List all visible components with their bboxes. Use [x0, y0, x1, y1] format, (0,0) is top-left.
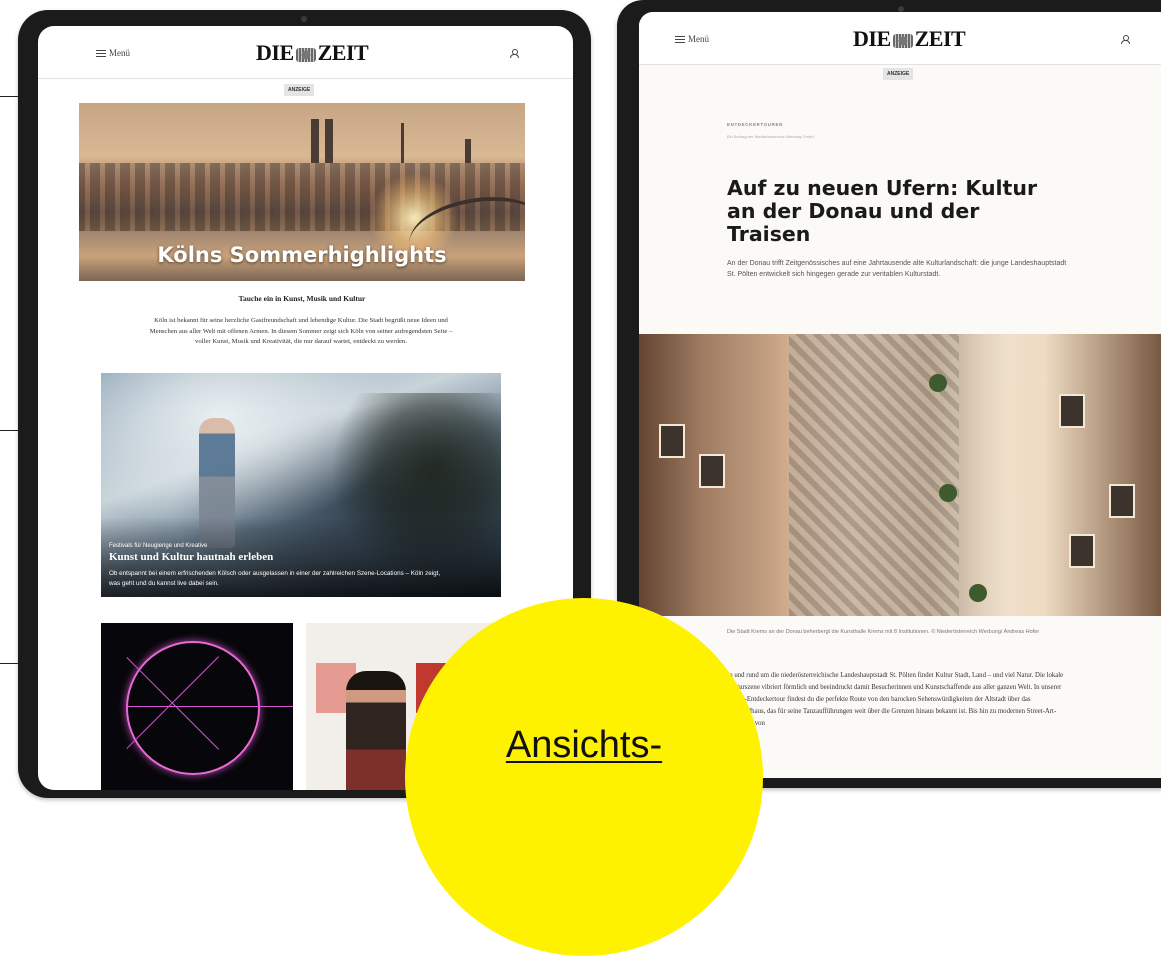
user-account-icon[interactable]: [1121, 35, 1130, 44]
aerial-street-photo[interactable]: [639, 334, 1161, 616]
article-body: In und rund um die niederösterreichische…: [727, 672, 1064, 727]
tv-tower: [401, 123, 404, 163]
menu-label: Menü: [688, 34, 709, 44]
logo-text-right: ZEIT: [914, 26, 966, 51]
menu-button[interactable]: Menü: [96, 48, 130, 59]
article-sponsor-note: Ein Beitrag der Niederösterreich-Werbung…: [727, 134, 815, 139]
window: [1069, 534, 1095, 568]
logo-text-left: DIE: [853, 26, 891, 51]
eagle-crest-icon: [892, 33, 913, 48]
hero-title: Kölns Sommerhighlights: [157, 243, 447, 267]
potted-plant: [929, 374, 947, 392]
ad-label: ANZEIGE: [883, 68, 914, 80]
hamburger-icon: [675, 34, 685, 45]
cathedral-spire: [311, 119, 319, 163]
logo-text-right: ZEIT: [317, 40, 369, 65]
hero-image[interactable]: Kölns Sommerhighlights: [79, 103, 525, 281]
top-bar: Menü DIE ZEIT: [38, 26, 573, 79]
potted-plant: [969, 584, 987, 602]
menu-button[interactable]: Menü: [675, 34, 709, 45]
window: [1109, 484, 1135, 518]
window: [699, 454, 725, 488]
building-facade-right: [959, 334, 1161, 616]
menu-label: Menü: [109, 48, 130, 58]
article-lede: An der Donau trifft Zeitgenössisches auf…: [727, 260, 1067, 278]
view-example-badge[interactable]: Ansichts-: [405, 598, 763, 956]
user-account-icon[interactable]: [510, 49, 519, 58]
article-kicker: ENTDECKERTOUREN: [727, 122, 783, 127]
camera-dot: [301, 16, 307, 22]
visitor-figure: [346, 671, 406, 790]
hamburger-icon: [96, 48, 106, 59]
top-bar: Menü DIE ZEIT: [639, 12, 1161, 65]
window: [1059, 394, 1085, 428]
section-subheading: Tauche ein in Kunst, Musik und Kultur: [238, 294, 366, 303]
ferris-wheel: [126, 641, 260, 775]
zeit-logo[interactable]: DIE ZEIT: [256, 40, 369, 66]
feature-title: Kunst und Kultur hautnah erleben: [109, 551, 274, 563]
potted-plant: [939, 484, 957, 502]
logo-text-left: DIE: [256, 40, 294, 65]
feature-description: Ob entspannt bei einem erfrischenden Köl…: [109, 570, 441, 587]
photo-caption: Die Stadt Krems an der Donau beherbergt …: [727, 629, 1040, 635]
ferris-wheel-card[interactable]: [101, 623, 293, 790]
intro-paragraph: Köln ist bekannt für seine herzliche Gas…: [149, 317, 453, 346]
eagle-crest-icon: [295, 47, 316, 62]
feature-kicker: Festivals für Neugierige und Kreative: [109, 543, 208, 549]
article-title: Auf zu neuen Ufern: Kultur an der Donau …: [727, 176, 1038, 246]
feature-card[interactable]: Festivals für Neugierige und Kreative Ku…: [101, 373, 501, 597]
high-rise: [465, 139, 471, 163]
window: [659, 424, 685, 458]
view-example-link[interactable]: Ansichts-: [405, 724, 763, 767]
wheel-spoke: [126, 706, 256, 707]
ad-label: ANZEIGE: [284, 84, 315, 96]
cathedral-spire: [325, 119, 333, 163]
zeit-logo[interactable]: DIE ZEIT: [853, 26, 966, 52]
